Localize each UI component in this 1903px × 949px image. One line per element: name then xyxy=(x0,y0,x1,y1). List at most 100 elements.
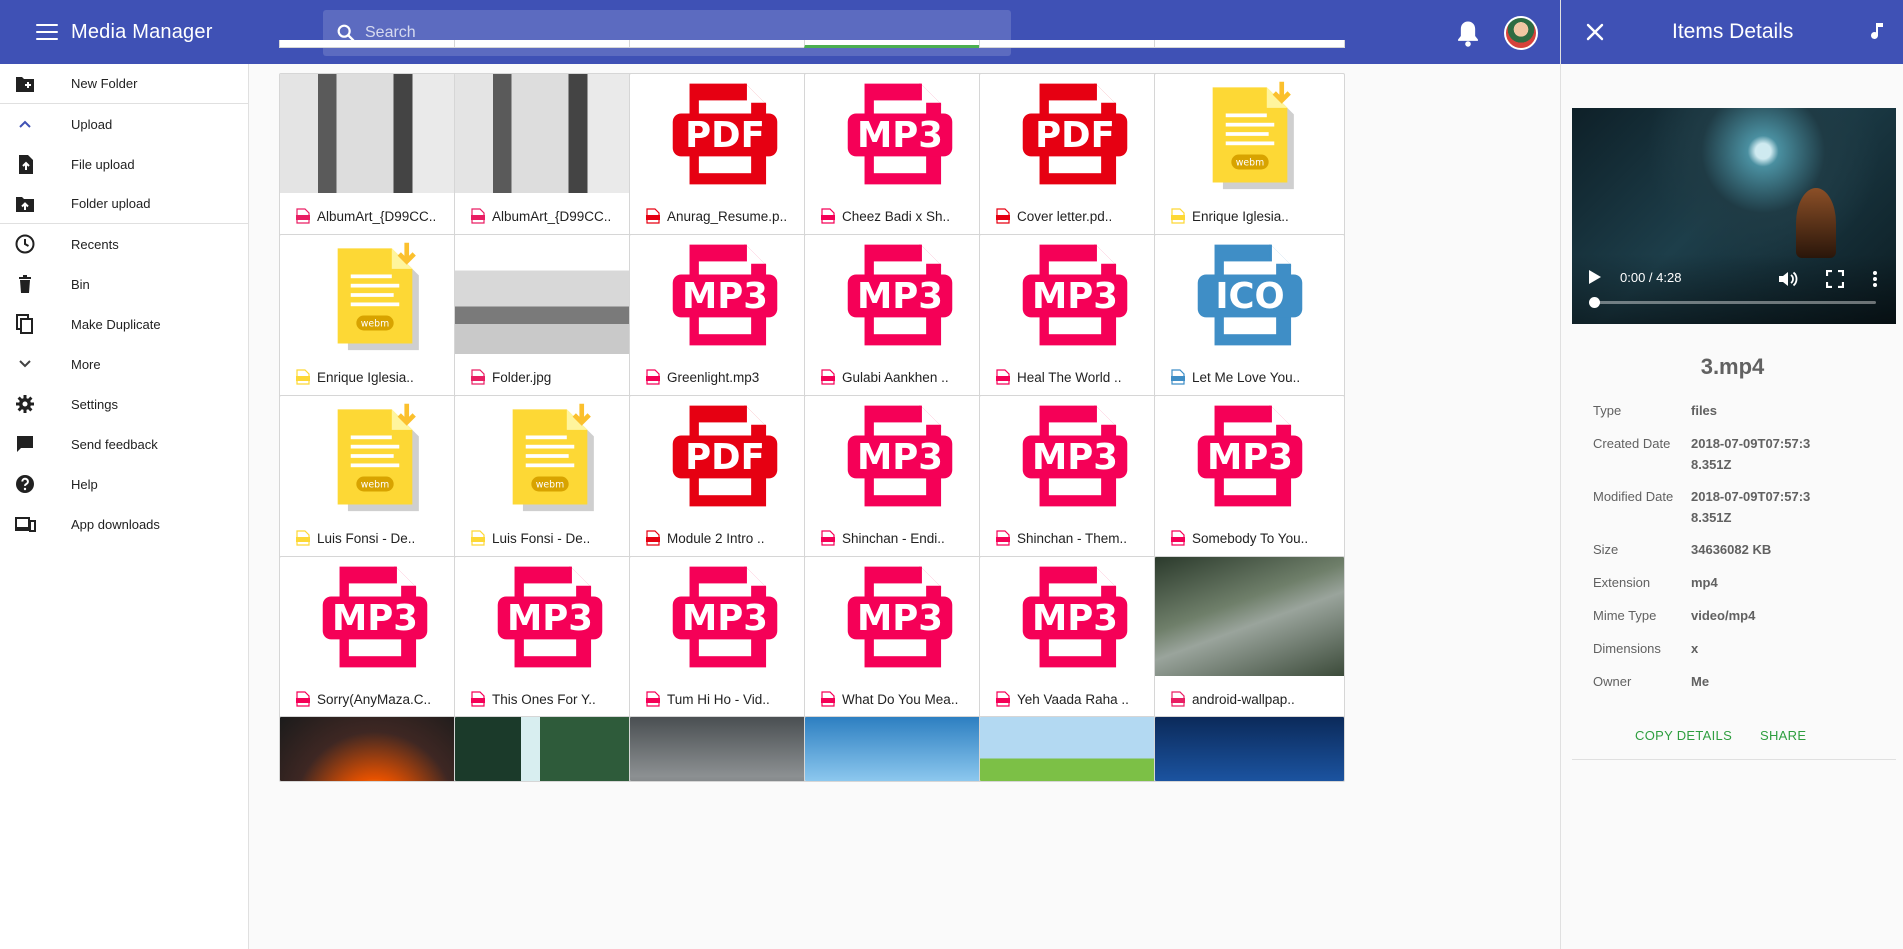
file-caption: This Ones For Y.. xyxy=(471,691,596,707)
file-card[interactable]: MP3 Somebody To You.. xyxy=(1154,395,1345,570)
file-card[interactable]: MP3 Heal The World .. xyxy=(979,234,1170,409)
copy-details-button[interactable]: COPY DETAILS xyxy=(1635,728,1732,743)
sidebar-item-label: App downloads xyxy=(71,516,160,532)
svg-text:MP3: MP3 xyxy=(857,437,943,478)
file-card[interactable]: MP3 Greenlight.mp3 xyxy=(629,234,820,409)
file-caption: Yeh Vaada Raha .. xyxy=(996,691,1129,707)
music-note-icon[interactable] xyxy=(1869,21,1887,43)
details-row: Type files xyxy=(1593,400,1883,421)
sidebar-item-settings[interactable]: Settings xyxy=(0,384,248,424)
video-player[interactable]: 0:00 / 4:28 xyxy=(1572,108,1896,324)
file-thumbnail: MP3 xyxy=(630,235,819,354)
file-card[interactable]: MP3 Yeh Vaada Raha .. xyxy=(979,556,1170,731)
file-card[interactable]: MP3 This Ones For Y.. xyxy=(454,556,645,731)
file-card[interactable]: AlbumArt_{D99CC.. xyxy=(279,73,470,248)
file-name: Sorry(AnyMaza.C.. xyxy=(317,691,432,707)
details-value: mp4 xyxy=(1691,575,1718,590)
file-card[interactable] xyxy=(979,716,1170,782)
duplicate-icon xyxy=(16,314,33,334)
volume-icon[interactable] xyxy=(1778,270,1798,288)
file-card[interactable] xyxy=(629,716,820,782)
bell-icon[interactable] xyxy=(1454,18,1482,48)
file-name: Anurag_Resume.p.. xyxy=(667,208,788,224)
file-card[interactable] xyxy=(454,716,645,782)
sidebar-item-send-feedback[interactable]: Send feedback xyxy=(0,424,248,464)
sidebar-item-bin[interactable]: Bin xyxy=(0,264,248,304)
video-progress-track[interactable] xyxy=(1593,301,1876,304)
file-caption: Enrique Iglesia.. xyxy=(296,369,414,385)
file-card-partial[interactable] xyxy=(454,40,645,48)
file-thumbnail: MP3 xyxy=(805,235,994,354)
file-caption: Tum Hi Ho - Vid.. xyxy=(646,691,770,707)
file-card[interactable]: Folder.jpg xyxy=(454,234,645,409)
file-type-icon xyxy=(996,530,1010,546)
more-vert-icon[interactable] xyxy=(1872,270,1878,288)
file-card-partial[interactable] xyxy=(279,40,470,48)
file-name: AlbumArt_{D99CC.. xyxy=(317,208,437,224)
file-card[interactable]: MP3 Gulabi Aankhen .. xyxy=(804,234,995,409)
file-thumbnail: webm xyxy=(455,396,644,515)
file-card-partial[interactable] xyxy=(804,40,995,48)
file-card[interactable] xyxy=(1154,716,1345,782)
file-type-icon xyxy=(646,369,660,385)
file-card[interactable]: PDF Cover letter.pd.. xyxy=(979,73,1170,248)
file-card[interactable]: MP3 Shinchan - Endi.. xyxy=(804,395,995,570)
file-card-partial[interactable] xyxy=(979,40,1170,48)
file-card[interactable]: webm Luis Fonsi - De.. xyxy=(279,395,470,570)
details-key: Created Date xyxy=(1593,436,1671,451)
details-row: Owner Me xyxy=(1593,671,1883,692)
share-button[interactable]: SHARE xyxy=(1760,728,1806,743)
sidebar-item-app-downloads[interactable]: App downloads xyxy=(0,504,248,544)
sidebar-item-upload[interactable]: Upload xyxy=(0,104,248,144)
details-key: Mime Type xyxy=(1593,608,1657,623)
file-card-partial[interactable] xyxy=(1154,40,1345,48)
sidebar-item-recents[interactable]: Recents xyxy=(0,224,248,264)
file-card[interactable]: MP3 Sorry(AnyMaza.C.. xyxy=(279,556,470,731)
sidebar-item-file-upload[interactable]: File upload xyxy=(0,144,248,184)
file-card[interactable]: webm Luis Fonsi - De.. xyxy=(454,395,645,570)
sidebar-item-help[interactable]: Help xyxy=(0,464,248,504)
avatar[interactable] xyxy=(1504,16,1538,50)
file-card[interactable]: ICO Let Me Love You.. xyxy=(1154,234,1345,409)
details-actions: COPY DETAILS SHARE xyxy=(1572,720,1896,760)
file-card[interactable] xyxy=(804,716,995,782)
file-card[interactable]: MP3 Cheez Badi x Sh.. xyxy=(804,73,995,248)
file-card[interactable]: webm Enrique Iglesia.. xyxy=(1154,73,1345,248)
fullscreen-icon[interactable] xyxy=(1826,270,1844,288)
file-card[interactable]: AlbumArt_{D99CC.. xyxy=(454,73,645,248)
file-card[interactable]: webm Enrique Iglesia.. xyxy=(279,234,470,409)
file-name: Let Me Love You.. xyxy=(1192,369,1301,385)
menu-icon[interactable] xyxy=(34,21,60,43)
sidebar-item-label: Folder upload xyxy=(71,196,151,211)
file-card[interactable]: android-wallpap.. xyxy=(1154,556,1345,731)
play-icon[interactable] xyxy=(1589,270,1601,284)
file-caption: What Do You Mea.. xyxy=(821,691,958,707)
details-bar: Items Details xyxy=(1561,0,1903,64)
file-card[interactable]: PDF Anurag_Resume.p.. xyxy=(629,73,820,248)
file-type-icon xyxy=(646,691,660,707)
file-card[interactable]: PDF Module 2 Intro .. xyxy=(629,395,820,570)
details-key: Extension xyxy=(1593,575,1651,590)
sidebar-item-new-folder[interactable]: New Folder xyxy=(0,64,248,104)
file-thumbnail xyxy=(455,717,644,781)
file-card[interactable]: MP3 What Do You Mea.. xyxy=(804,556,995,731)
details-key: Dimensions xyxy=(1593,641,1661,656)
file-card-partial[interactable] xyxy=(629,40,820,48)
file-card[interactable]: MP3 Shinchan - Them.. xyxy=(979,395,1170,570)
sidebar-item-make-duplicate[interactable]: Make Duplicate xyxy=(0,304,248,344)
file-name: Cheez Badi x Sh.. xyxy=(842,208,951,224)
file-card[interactable]: MP3 Tum Hi Ho - Vid.. xyxy=(629,556,820,731)
sidebar-item-label: Settings xyxy=(71,396,118,412)
search-bar[interactable] xyxy=(323,10,1011,56)
clock-icon xyxy=(15,234,35,254)
file-thumbnail xyxy=(455,74,644,193)
sidebar-item-more[interactable]: More xyxy=(0,344,248,384)
file-name: This Ones For Y.. xyxy=(492,691,596,707)
chevron-up-icon xyxy=(19,120,31,128)
file-caption: Cover letter.pd.. xyxy=(996,208,1112,224)
file-card[interactable] xyxy=(279,716,470,782)
file-type-icon xyxy=(1171,208,1185,224)
close-icon[interactable] xyxy=(1586,23,1604,41)
sidebar-item-folder-upload[interactable]: Folder upload xyxy=(0,184,248,224)
video-progress-knob[interactable] xyxy=(1589,297,1600,308)
